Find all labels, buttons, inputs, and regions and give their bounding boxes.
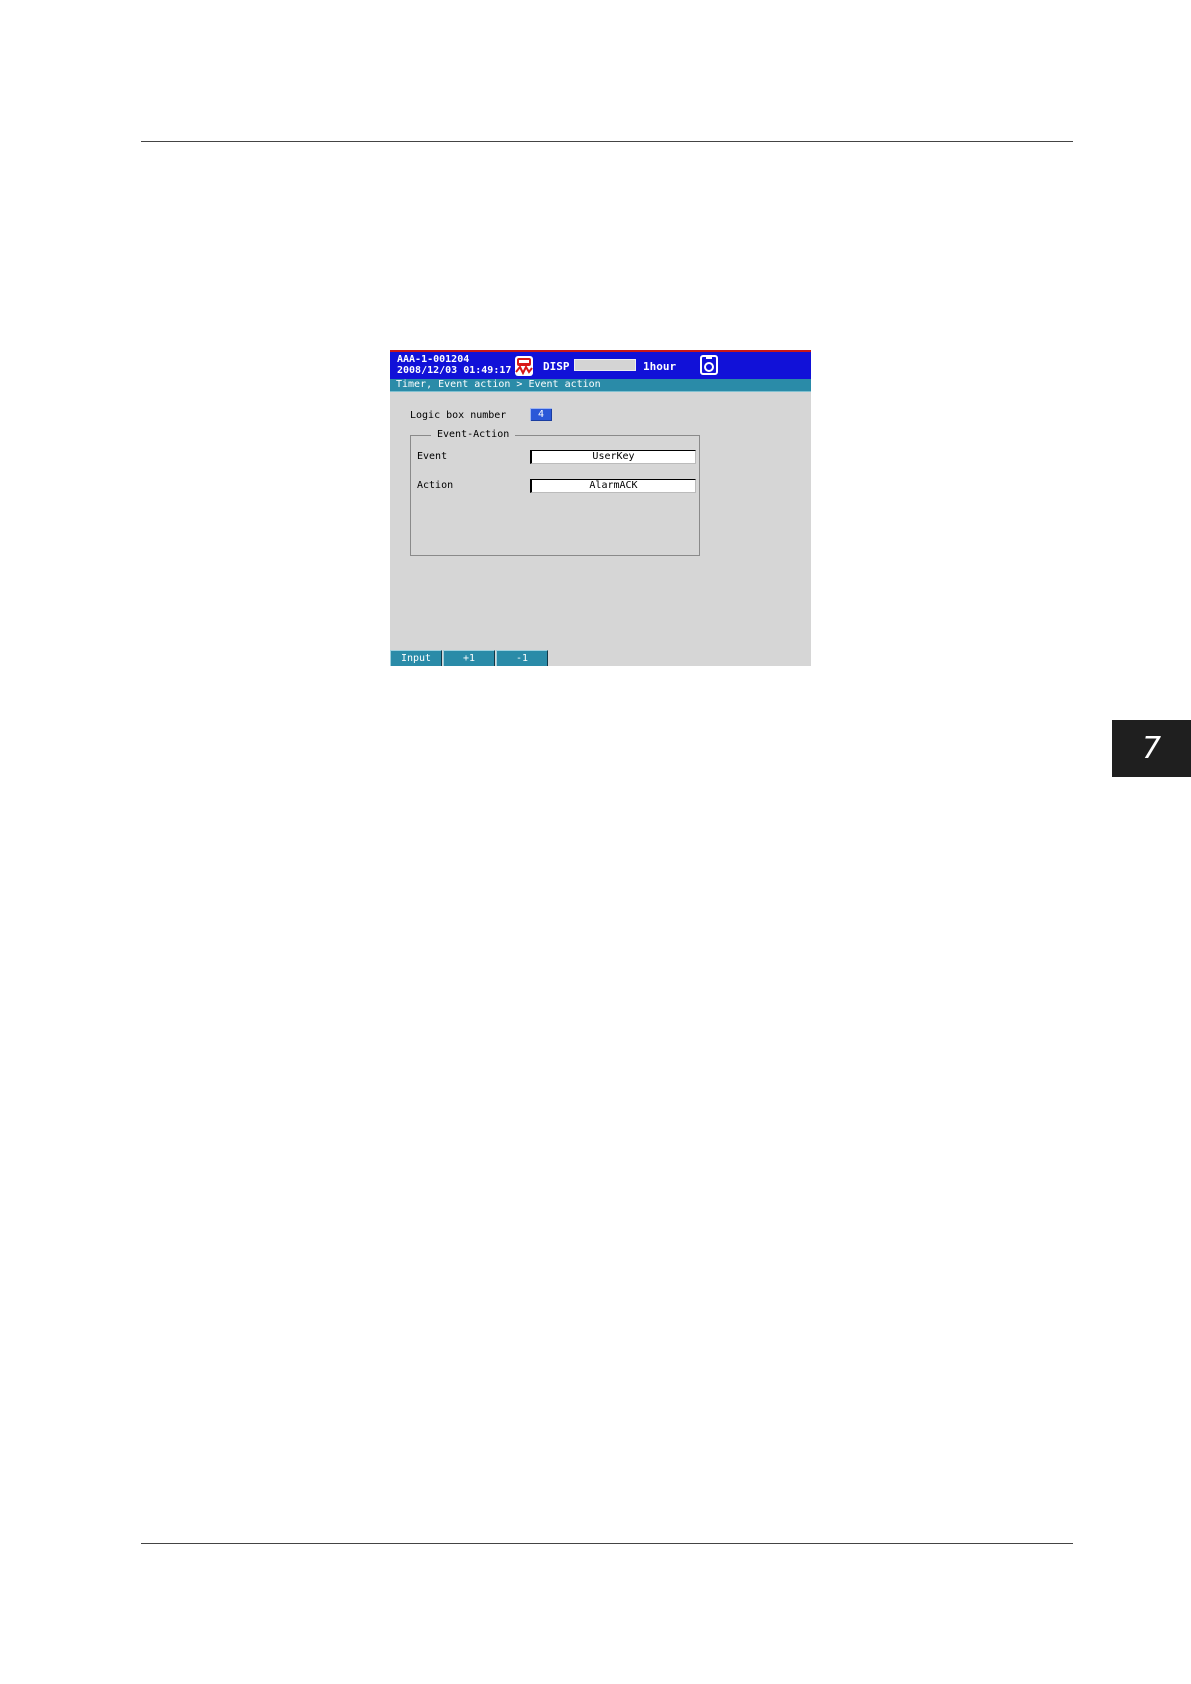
mode-label: DISP (543, 360, 570, 373)
minus-one-softkey[interactable]: -1 (496, 650, 548, 666)
device-id: AAA-1-001204 (397, 354, 470, 365)
memory-progress-bar (574, 359, 636, 371)
softkey-bar: Input +1 -1 (390, 650, 549, 666)
status-bar: AAA-1-001204 2008/12/03 01:49:17 DISP 1h… (390, 350, 811, 379)
device-datetime: 2008/12/03 01:49:17 (397, 365, 512, 376)
action-label: Action (417, 480, 454, 491)
group-title: Event-Action (431, 429, 516, 440)
logic-box-number-field[interactable]: 4 (530, 408, 552, 421)
input-softkey[interactable]: Input (390, 650, 442, 666)
recorder-screen: AAA-1-001204 2008/12/03 01:49:17 DISP 1h… (390, 350, 811, 666)
footer-rule (141, 1543, 1073, 1544)
header-rule (141, 141, 1073, 142)
event-label: Event (417, 451, 448, 462)
logic-box-label: Logic box number (410, 410, 507, 421)
event-field[interactable]: UserKey (530, 450, 696, 464)
cf-card-icon (700, 355, 718, 375)
action-field[interactable]: AlarmACK (530, 479, 696, 493)
recorder-logo-icon (515, 356, 533, 376)
interval-label: 1hour (643, 360, 677, 373)
chapter-tab: 7 (1112, 720, 1191, 777)
plus-one-softkey[interactable]: +1 (443, 650, 495, 666)
breadcrumb: Timer, Event action > Event action (390, 379, 811, 392)
